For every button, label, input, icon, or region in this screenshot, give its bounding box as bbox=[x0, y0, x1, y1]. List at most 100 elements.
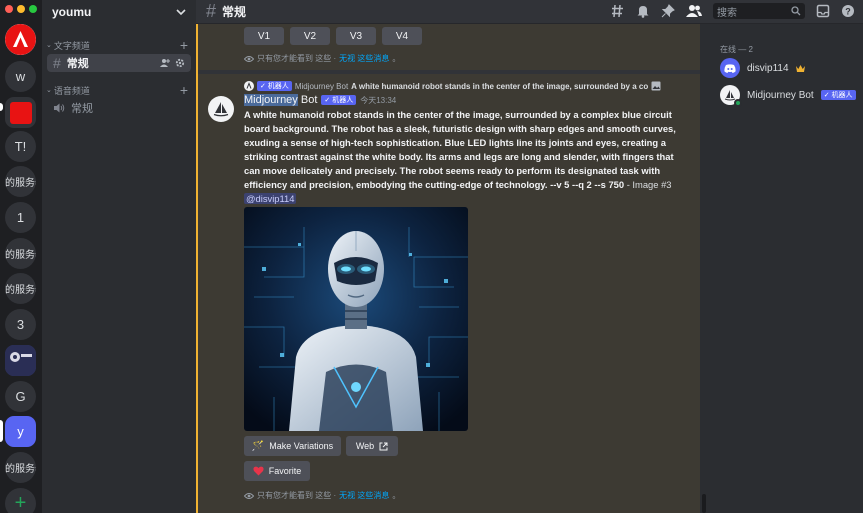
speaker-icon bbox=[54, 103, 65, 113]
favorite-button[interactable]: Favorite bbox=[244, 461, 310, 481]
topbar-icons: 搜索 ? bbox=[611, 3, 855, 19]
server-label: 的服务器 bbox=[5, 250, 36, 261]
svg-text:?: ? bbox=[845, 7, 851, 17]
button-label: V4 bbox=[395, 30, 409, 42]
pin-icon[interactable] bbox=[661, 4, 675, 18]
message-header: Midjourney Bot ✓ 机器人 今天13:34 bbox=[244, 94, 396, 106]
bell-icon[interactable] bbox=[636, 4, 650, 18]
channel-general-voice[interactable]: 常规 bbox=[47, 99, 191, 117]
channel-sidebar: youmu ⌄ 文字频道 + # 常规 ⌄ 语音频道 + 常规 bbox=[42, 0, 196, 513]
timestamp: 今天13:34 bbox=[360, 95, 397, 105]
server-red[interactable] bbox=[5, 97, 36, 128]
v4-button[interactable]: V4 bbox=[382, 27, 422, 45]
threads-icon[interactable] bbox=[611, 4, 625, 18]
server-fuwuqi-3[interactable]: 的服务器 bbox=[5, 273, 36, 304]
search-icon bbox=[791, 6, 801, 16]
button-label: Favorite bbox=[268, 466, 302, 476]
eye-icon bbox=[244, 492, 254, 499]
add-channel-icon[interactable]: + bbox=[180, 82, 188, 98]
add-server-button[interactable]: + bbox=[5, 488, 36, 513]
channel-general-text[interactable]: # 常规 bbox=[47, 54, 191, 72]
reply-avatar-icon bbox=[244, 81, 254, 91]
web-button[interactable]: Web bbox=[346, 436, 398, 456]
ephemeral-suffix: 。 bbox=[392, 491, 401, 500]
midjourney-sailboat-icon bbox=[213, 102, 229, 117]
reply-bot-tag: ✓ 机器人 bbox=[257, 81, 292, 91]
server-label: 的服务器 bbox=[5, 178, 36, 189]
discord-avatar-icon bbox=[720, 58, 740, 78]
category-voice-channels[interactable]: ⌄ 语音频道 + bbox=[42, 82, 196, 98]
server-selected-pill bbox=[0, 420, 3, 442]
image-attachment-icon bbox=[651, 81, 661, 91]
member-name: Midjourney Bot bbox=[747, 89, 814, 101]
generated-image[interactable] bbox=[244, 207, 468, 431]
author-name-highlight: Midjourney bbox=[244, 94, 298, 106]
guild-header[interactable]: youmu bbox=[42, 0, 196, 24]
author-name[interactable]: Midjourney Bot bbox=[244, 94, 317, 106]
channel-label: 常规 bbox=[66, 58, 89, 70]
button-label: V1 bbox=[257, 30, 271, 42]
search-placeholder: 搜索 bbox=[717, 7, 737, 19]
server-1[interactable]: 1 bbox=[5, 202, 36, 233]
help-icon[interactable]: ? bbox=[841, 4, 855, 18]
search-input[interactable]: 搜索 bbox=[713, 3, 805, 19]
scrollbar-thumb[interactable] bbox=[702, 494, 706, 513]
server-t[interactable]: T! bbox=[5, 131, 36, 162]
maximize-window-button[interactable] bbox=[29, 5, 37, 13]
midjourney-avatar-icon bbox=[720, 85, 742, 107]
invite-icon[interactable] bbox=[160, 58, 170, 68]
author-avatar[interactable] bbox=[208, 96, 234, 122]
message-separator bbox=[198, 70, 701, 74]
minimize-window-button[interactable] bbox=[17, 5, 25, 13]
crown-icon bbox=[795, 64, 805, 72]
server-label: T! bbox=[14, 139, 27, 154]
message-list: V1 V2 V3 V4 只有您才能看到 这些 · 无视 这些消息 。 ✓ 机器人… bbox=[196, 24, 701, 513]
channel-title-label: 常规 bbox=[222, 5, 247, 19]
channel-label: 常规 bbox=[71, 103, 93, 115]
member-name: disvip114 bbox=[747, 62, 789, 74]
member-list-icon[interactable] bbox=[686, 4, 702, 18]
user-mention[interactable]: @disvip114 bbox=[244, 193, 297, 204]
make-variations-button[interactable]: 🪄 Make Variations bbox=[244, 436, 341, 456]
add-channel-icon[interactable]: + bbox=[180, 37, 188, 53]
author-name-rest: Bot bbox=[300, 94, 318, 106]
server-fuwuqi-2[interactable]: 的服务器 bbox=[5, 238, 36, 269]
server-y[interactable]: y bbox=[5, 416, 36, 447]
server-w[interactable]: w bbox=[5, 61, 36, 92]
dismiss-link[interactable]: 无视 这些消息 bbox=[339, 490, 389, 501]
server-fuwuqi-1[interactable]: 的服务器 bbox=[5, 166, 36, 197]
button-label: V3 bbox=[349, 30, 363, 42]
ephemeral-notice: 只有您才能看到 这些 · 无视 这些消息 。 bbox=[244, 53, 400, 64]
server-adobe[interactable] bbox=[5, 24, 36, 55]
prompt-text: A white humanoid robot stands in the cen… bbox=[244, 109, 676, 190]
v1-button[interactable]: V1 bbox=[244, 27, 284, 45]
external-link-icon bbox=[379, 442, 388, 450]
v3-button[interactable]: V3 bbox=[336, 27, 376, 45]
reply-reference[interactable]: ✓ 机器人 Midjourney Bot A white humanoid ro… bbox=[244, 80, 669, 92]
server-label: 的服务器 bbox=[5, 285, 36, 296]
bot-tag: ✓ 机器人 bbox=[321, 95, 357, 105]
dismiss-link[interactable]: 无视 这些消息 bbox=[339, 53, 389, 64]
chat-scrollbar[interactable] bbox=[700, 24, 708, 513]
magic-wand-icon: 🪄 bbox=[251, 440, 265, 452]
server-fuwuqi-4[interactable]: 的服务器 bbox=[5, 452, 36, 483]
server-image-icon bbox=[5, 345, 36, 376]
gear-icon[interactable] bbox=[175, 58, 185, 68]
server-3[interactable]: 3 bbox=[5, 309, 36, 340]
server-image[interactable] bbox=[5, 345, 36, 376]
member-disvip114[interactable]: disvip114 bbox=[720, 58, 805, 78]
inbox-icon[interactable] bbox=[816, 4, 830, 18]
member-midjourney-bot[interactable]: Midjourney Bot ✓ 机器人 bbox=[720, 85, 856, 107]
server-unread-pill bbox=[0, 103, 3, 111]
close-window-button[interactable] bbox=[5, 5, 13, 13]
robot-image bbox=[244, 207, 468, 431]
server-label: G bbox=[15, 389, 26, 404]
server-g[interactable]: G bbox=[5, 381, 36, 412]
category-text-channels[interactable]: ⌄ 文字频道 + bbox=[42, 37, 196, 53]
message-content: A white humanoid robot stands in the cen… bbox=[244, 108, 676, 206]
reply-author: Midjourney Bot bbox=[294, 81, 349, 91]
ephemeral-notice: 只有您才能看到 这些 · 无视 这些消息 。 bbox=[244, 490, 400, 501]
v2-button[interactable]: V2 bbox=[290, 27, 330, 45]
button-label: V2 bbox=[303, 30, 317, 42]
red-square-icon bbox=[9, 101, 32, 124]
